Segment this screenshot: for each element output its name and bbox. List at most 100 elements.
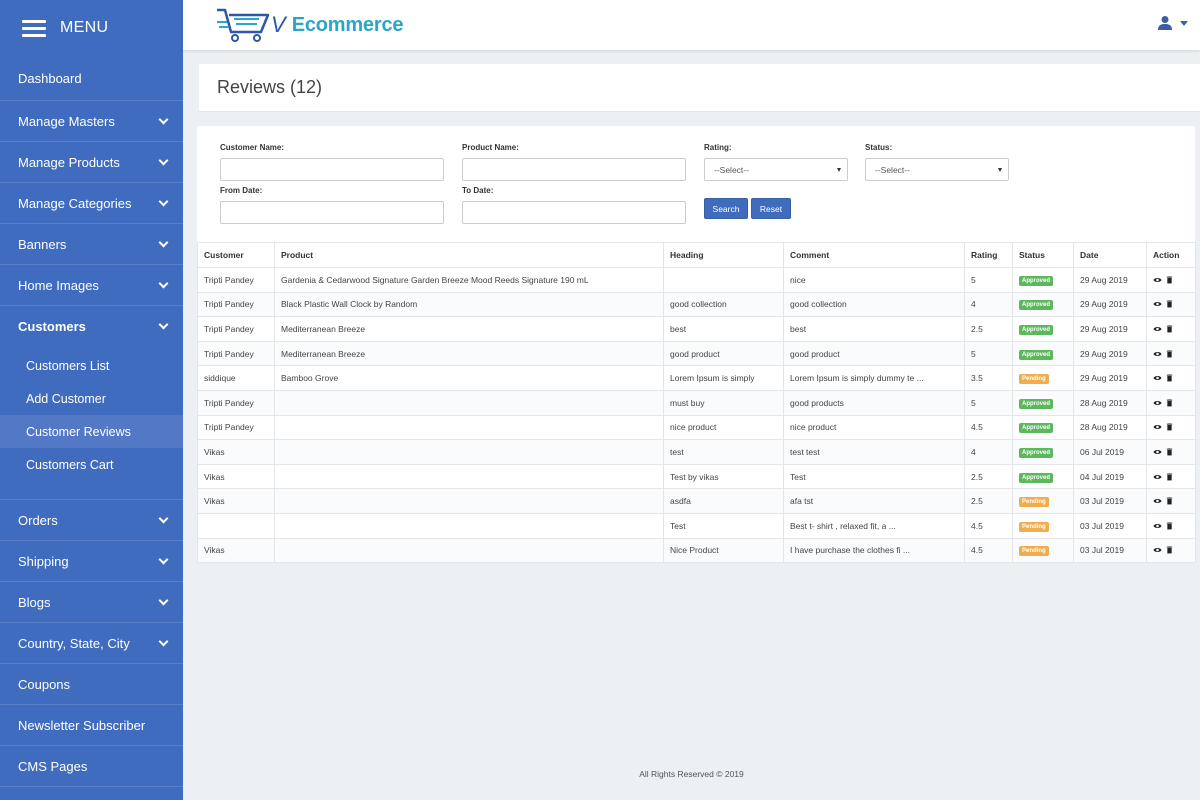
eye-icon[interactable] <box>1153 522 1162 530</box>
chevron-down-icon <box>158 114 169 124</box>
trash-icon[interactable] <box>1165 472 1174 481</box>
sidebar-item-cms-pages[interactable]: CMS Pages <box>0 746 183 787</box>
sidebar-item-label: Home Images <box>18 277 99 293</box>
sidebar-item-country-state-city[interactable]: Country, State, City <box>0 623 183 664</box>
status-select[interactable]: --Select-- <box>865 158 1009 181</box>
sidebar: MENU Dashboard Manage Masters Manage Produ… <box>0 0 183 800</box>
eye-icon[interactable] <box>1153 448 1162 456</box>
logo[interactable]: V Ecommerce <box>215 6 403 44</box>
eye-icon[interactable] <box>1153 325 1162 333</box>
cell-rating: 4.5 <box>964 512 1013 539</box>
eye-icon[interactable] <box>1153 276 1162 284</box>
sidebar-item-manage-categories[interactable]: Manage Categories <box>0 183 183 224</box>
cell-product: Bamboo Grove <box>274 365 664 391</box>
sidebar-item-dashboard[interactable]: Dashboard <box>0 56 183 101</box>
trash-icon[interactable] <box>1165 546 1174 554</box>
cell-status: Approved <box>1012 267 1074 293</box>
cell-rating: 4.5 <box>964 537 1013 564</box>
cell-comment: Lorem Ipsum is simply dummy te ... <box>783 365 965 391</box>
cell-product <box>274 439 664 465</box>
trash-icon[interactable] <box>1165 448 1174 456</box>
sidebar-item-label: Manage Products <box>18 154 120 170</box>
user-icon[interactable] <box>1157 15 1173 31</box>
submenu-item-add-customer[interactable]: Add Customer <box>0 382 183 415</box>
cell-heading: asdfa <box>663 488 784 514</box>
eye-icon[interactable] <box>1153 300 1162 308</box>
eye-icon[interactable] <box>1153 423 1162 431</box>
search-button[interactable]: Search <box>704 198 748 219</box>
sidebar-item-coupons[interactable]: Coupons <box>0 664 183 705</box>
sidebar-item-customers[interactable]: Customers <box>0 306 183 347</box>
from-date-input[interactable] <box>220 201 444 224</box>
eye-icon[interactable] <box>1153 399 1162 407</box>
cell-customer: Tripti Pandey <box>197 267 275 293</box>
trash-icon[interactable] <box>1165 276 1174 284</box>
status-badge: Approved <box>1019 398 1054 409</box>
cell-heading: Lorem Ipsum is simply <box>663 365 784 391</box>
hamburger-icon[interactable] <box>22 19 46 37</box>
sidebar-item-manage-products[interactable]: Manage Products <box>0 142 183 183</box>
to-date-label: To Date: <box>462 186 494 195</box>
trash-icon[interactable] <box>1165 325 1174 333</box>
trash-icon[interactable] <box>1165 300 1174 308</box>
caret-down-icon[interactable] <box>1180 20 1188 26</box>
trash-icon[interactable] <box>1165 399 1174 407</box>
cell-customer: Tripti Pandey <box>197 291 275 318</box>
sidebar-item-home-images[interactable]: Home Images <box>0 265 183 306</box>
sidebar-item-label: Shipping <box>18 553 69 569</box>
cell-action <box>1146 488 1196 514</box>
row-actions <box>1153 497 1189 505</box>
from-date-field: From Date: <box>220 186 444 224</box>
cell-action <box>1146 512 1196 539</box>
cell-product: Black Plastic Wall Clock by Random <box>274 291 664 318</box>
customer-name-input[interactable] <box>220 158 444 181</box>
to-date-input[interactable] <box>462 201 686 224</box>
eye-icon[interactable] <box>1153 473 1162 481</box>
row-actions <box>1153 300 1189 308</box>
cell-action <box>1146 389 1196 416</box>
rating-select[interactable]: --Select-- <box>704 158 848 181</box>
menu-toggle[interactable]: MENU <box>0 0 183 56</box>
cell-date: 28 Aug 2019 <box>1073 389 1147 416</box>
cell-rating: 2.5 <box>964 488 1013 514</box>
eye-icon[interactable] <box>1153 546 1162 554</box>
row-actions <box>1153 349 1189 358</box>
submenu-item-customers-list[interactable]: Customers List <box>0 349 183 382</box>
cell-date: 06 Jul 2019 <box>1073 439 1147 465</box>
status-badge: Approved <box>1019 423 1054 434</box>
sidebar-item-label: Blogs <box>18 594 51 610</box>
reset-button[interactable]: Reset <box>751 198 791 219</box>
sidebar-item-banners[interactable]: Banners <box>0 224 183 265</box>
to-date-field: To Date: <box>462 186 686 224</box>
cell-comment: best <box>783 316 965 342</box>
sidebar-item-orders[interactable]: Orders <box>0 500 183 541</box>
filter-panel: Customer Name: Product Name: Rating: --S… <box>197 126 1195 242</box>
trash-icon[interactable] <box>1165 374 1174 382</box>
trash-icon[interactable] <box>1165 497 1174 505</box>
sidebar-item-newsletter-subscriber[interactable]: Newsletter Subscriber <box>0 705 183 746</box>
dropdown-arrow-icon <box>837 167 841 172</box>
eye-icon[interactable] <box>1153 497 1162 505</box>
trash-icon[interactable] <box>1165 349 1174 358</box>
trash-icon[interactable] <box>1165 423 1174 431</box>
sidebar-item-label: Orders <box>18 512 58 528</box>
cell-product: Mediterranean Breeze <box>274 316 664 342</box>
trash-icon[interactable] <box>1165 522 1174 530</box>
status-field: Status: --Select-- <box>865 143 1009 181</box>
cell-comment: Test <box>783 463 965 490</box>
eye-icon[interactable] <box>1153 350 1162 358</box>
page-header: Reviews (12) <box>199 64 1200 112</box>
row-actions <box>1153 546 1189 554</box>
sidebar-item-blogs[interactable]: Blogs <box>0 582 183 623</box>
product-name-input[interactable] <box>462 158 686 181</box>
row-actions <box>1153 374 1189 382</box>
user-menu[interactable] <box>1157 15 1188 31</box>
cell-heading <box>663 267 784 293</box>
eye-icon[interactable] <box>1153 374 1162 382</box>
row-actions <box>1153 472 1189 481</box>
sidebar-item-label: Coupons <box>18 676 71 692</box>
submenu-item-customers-cart[interactable]: Customers Cart <box>0 448 183 481</box>
submenu-item-customer-reviews[interactable]: Customer Reviews <box>0 415 183 448</box>
sidebar-item-manage-masters[interactable]: Manage Masters <box>0 101 183 142</box>
sidebar-item-shipping[interactable]: Shipping <box>0 541 183 582</box>
